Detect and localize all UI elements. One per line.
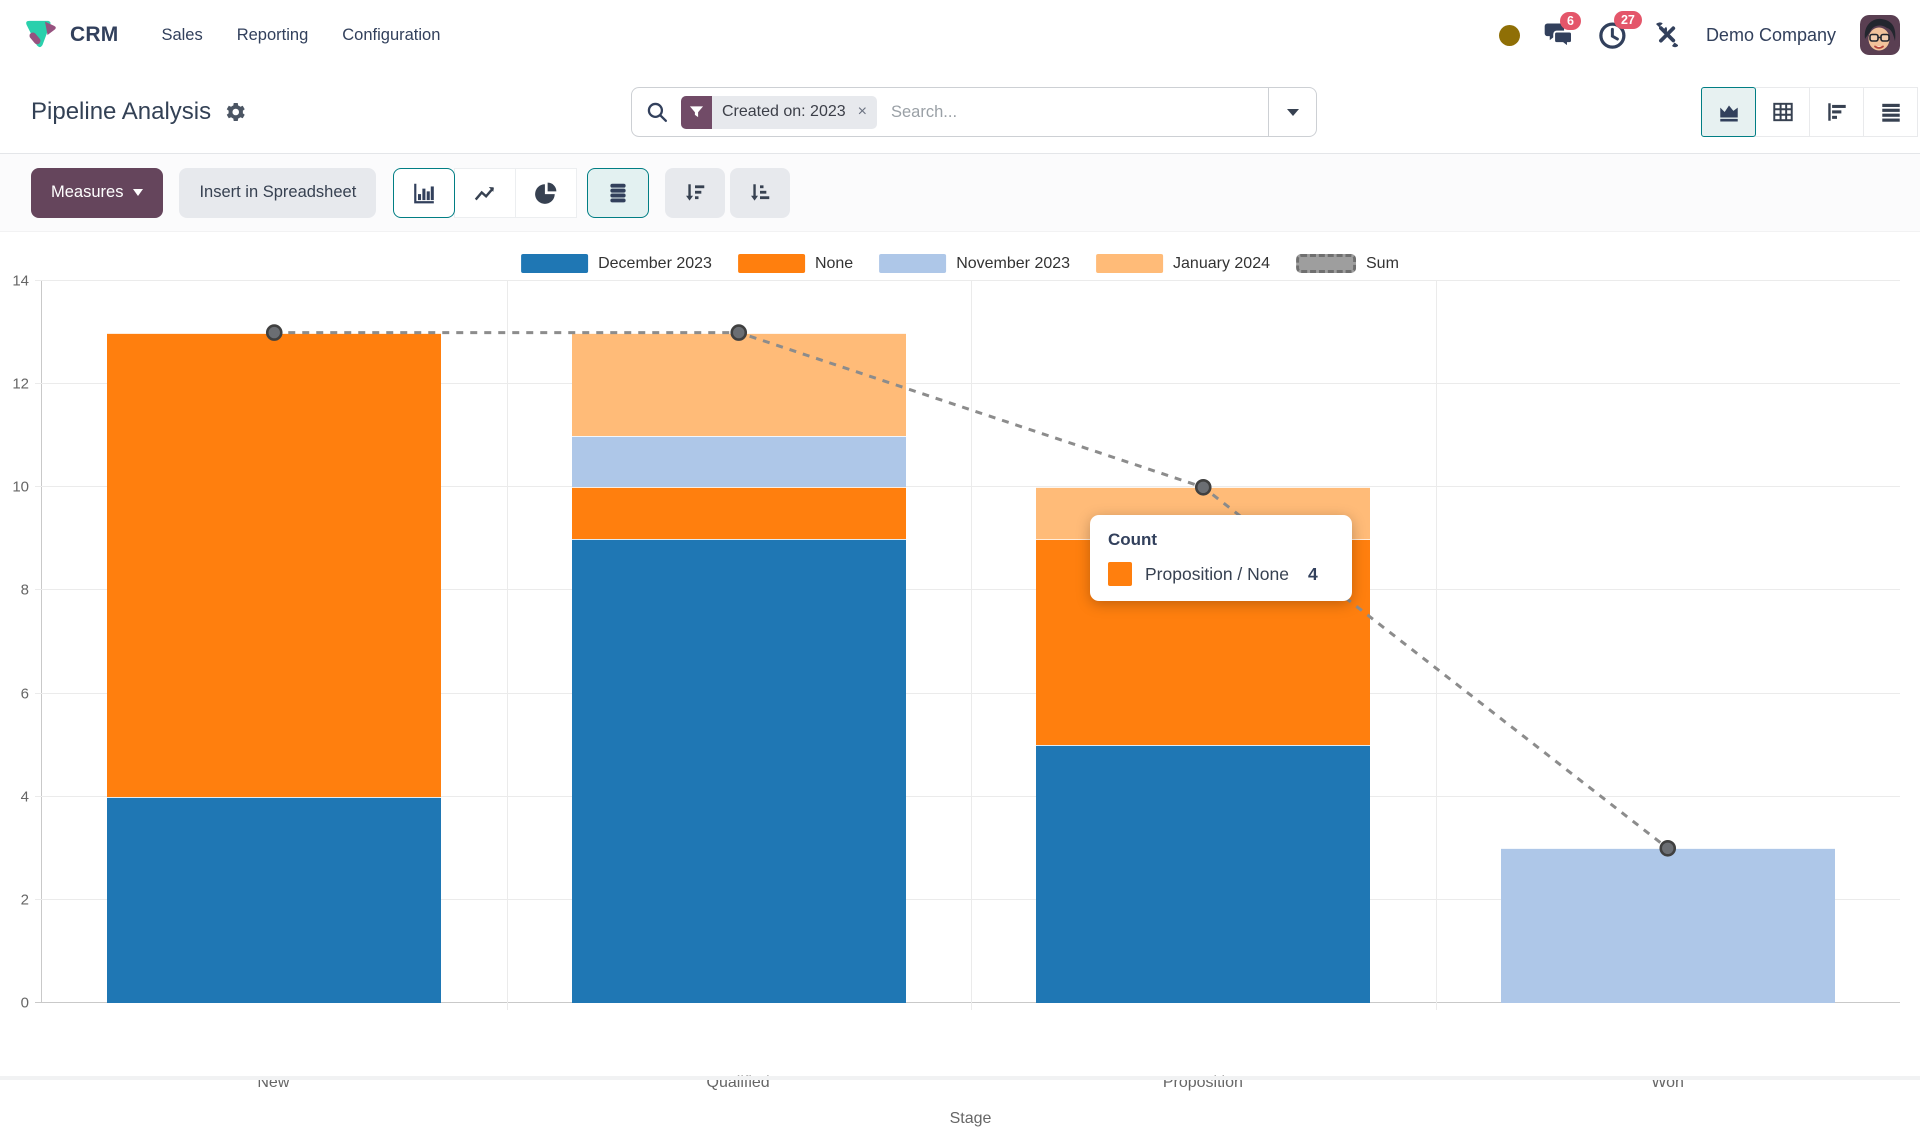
search-facet[interactable]: Created on: 2023 × [681, 96, 877, 129]
bar-segment[interactable] [1036, 745, 1370, 1003]
top-navbar: CRM Sales Reporting Configuration 6 27 [0, 0, 1920, 70]
legend-label: January 2024 [1173, 255, 1270, 273]
legend-item[interactable]: November 2023 [879, 254, 1070, 273]
y-tick-label: 2 [21, 891, 29, 908]
tooltip-title: Count [1108, 530, 1334, 550]
graph-toolbar: Measures Insert in Spreadsheet [0, 154, 1920, 232]
legend-swatch [738, 254, 805, 273]
app-name: CRM [70, 23, 118, 47]
activities-badge: 27 [1614, 11, 1642, 29]
page-title: Pipeline Analysis [31, 98, 211, 126]
bar-segment[interactable] [572, 436, 906, 488]
messages-badge: 6 [1560, 12, 1581, 30]
line-chart-button[interactable] [454, 168, 516, 218]
y-tick-label: 0 [21, 995, 29, 1012]
menu-sales[interactable]: Sales [144, 16, 219, 55]
bar-segment[interactable] [1501, 848, 1835, 1003]
legend-label: Sum [1366, 255, 1399, 273]
messages-icon[interactable]: 6 [1544, 21, 1574, 49]
tooltip-swatch [1108, 562, 1132, 586]
legend-label: December 2023 [598, 255, 712, 273]
search-options-toggle[interactable] [1268, 88, 1316, 136]
facet-label: Created on: 2023 [712, 96, 856, 129]
pie-chart-button[interactable] [515, 168, 577, 218]
status-dot-icon[interactable] [1499, 25, 1520, 46]
bar-segment[interactable] [107, 333, 441, 797]
y-tick-label: 4 [21, 788, 29, 805]
legend-swatch [1296, 254, 1356, 273]
y-tick-label: 12 [12, 376, 29, 393]
pipeline-chart: December 2023 None November 2023 January 20… [0, 232, 1920, 1080]
bar-chart-button[interactable] [393, 168, 455, 218]
bar-qualified[interactable] [507, 281, 972, 1003]
bar-segment[interactable] [572, 539, 906, 1003]
insert-in-spreadsheet-button[interactable]: Insert in Spreadsheet [179, 168, 376, 218]
legend-item[interactable]: None [738, 254, 853, 273]
chart-legend: December 2023 None November 2023 January 20… [521, 254, 1399, 273]
pivot-view-button[interactable] [1755, 87, 1810, 137]
legend-swatch [1096, 254, 1163, 273]
user-avatar[interactable] [1860, 15, 1900, 55]
navbar-menus: Sales Reporting Configuration [144, 16, 457, 55]
scrollbar-track [0, 1076, 1920, 1080]
legend-label: None [815, 255, 853, 273]
legend-swatch [521, 254, 588, 273]
plot-area: 02468101214 [41, 281, 1900, 1003]
view-switcher [1702, 87, 1918, 137]
search-icon [646, 101, 669, 124]
view-settings-gear-icon[interactable] [223, 101, 245, 123]
legend-item[interactable]: January 2024 [1096, 254, 1270, 273]
cohort-view-button[interactable] [1809, 87, 1864, 137]
filter-icon [681, 96, 712, 129]
y-tick-label: 6 [21, 685, 29, 702]
measures-button[interactable]: Measures [31, 168, 163, 218]
bar-won[interactable] [1436, 281, 1901, 1003]
search-bar[interactable]: Created on: 2023 × Search... [631, 87, 1317, 137]
crm-logo-icon [20, 15, 60, 55]
sort-group [665, 168, 790, 218]
x-axis-title: Stage [41, 1110, 1900, 1128]
tooltip-value: 4 [1308, 564, 1318, 585]
legend-item[interactable]: Sum [1296, 254, 1399, 273]
legend-swatch [879, 254, 946, 273]
y-tick-label: 10 [12, 479, 29, 496]
facet-close-icon[interactable]: × [856, 96, 877, 129]
menu-reporting[interactable]: Reporting [220, 16, 326, 55]
chart-type-group [394, 168, 577, 218]
bar-new[interactable] [42, 281, 507, 1003]
chart-tooltip: Count Proposition / None 4 [1090, 515, 1352, 601]
bar-segment[interactable] [572, 333, 906, 436]
systray: 6 27 Demo Company [1499, 15, 1900, 55]
tooltip-label: Proposition / None [1145, 564, 1289, 585]
sort-descending-button[interactable] [665, 168, 725, 218]
bar-segment[interactable] [572, 487, 906, 539]
tools-icon[interactable] [1652, 20, 1682, 50]
bar-segment[interactable] [107, 797, 441, 1003]
y-tick-label: 8 [21, 582, 29, 599]
stacked-toggle-button[interactable] [587, 168, 649, 218]
sort-ascending-button[interactable] [730, 168, 790, 218]
company-switcher[interactable]: Demo Company [1706, 25, 1836, 46]
legend-item[interactable]: December 2023 [521, 254, 712, 273]
crm-app-brand[interactable]: CRM [20, 15, 118, 55]
list-view-button[interactable] [1863, 87, 1918, 137]
graph-view-button[interactable] [1701, 87, 1756, 137]
search-input[interactable]: Search... [891, 103, 957, 122]
menu-configuration[interactable]: Configuration [325, 16, 457, 55]
legend-label: November 2023 [956, 255, 1070, 273]
y-tick-label: 14 [12, 273, 29, 290]
activities-icon[interactable]: 27 [1598, 20, 1628, 50]
bar-proposition[interactable] [971, 281, 1436, 1003]
control-panel: Pipeline Analysis Created on: 2023 × Sea… [0, 70, 1920, 154]
